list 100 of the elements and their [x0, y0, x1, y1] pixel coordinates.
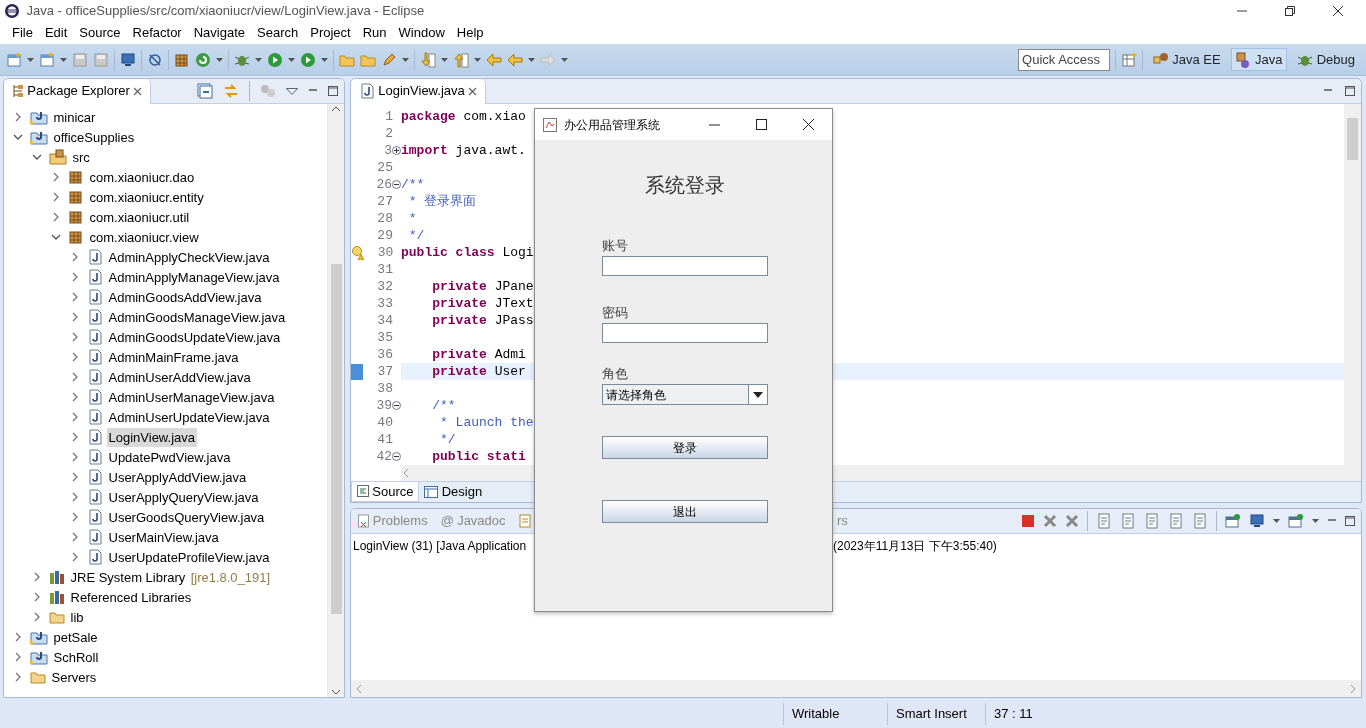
tree-item[interactable]: com.xiaoniucr.entity — [87, 187, 206, 207]
tree-item[interactable]: AdminUserUpdateView.java — [106, 407, 272, 427]
collapse-fold-icon[interactable] — [392, 452, 401, 461]
window-icon[interactable] — [1224, 513, 1241, 529]
monitor-icon[interactable] — [120, 51, 136, 68]
new-file-icon[interactable] — [6, 51, 22, 68]
close-icon[interactable] — [1332, 5, 1344, 17]
expand-chevron-icon[interactable] — [70, 432, 80, 443]
tree-item[interactable]: petSale — [51, 627, 100, 647]
tree-item[interactable]: UserApplyQueryView.java — [106, 487, 261, 507]
expand-chevron-icon[interactable] — [70, 392, 80, 403]
collapse-fold-icon[interactable] — [392, 180, 401, 189]
open-perspective-icon[interactable] — [1121, 51, 1138, 68]
tree-item[interactable]: com.xiaoniucr.util — [87, 207, 192, 227]
tree-item[interactable]: AdminGoodsUpdateView.java — [106, 327, 283, 347]
pencil-icon[interactable] — [381, 51, 397, 68]
run-icon[interactable] — [267, 51, 283, 68]
menu-item[interactable]: Refactor — [126, 23, 188, 43]
tree-item[interactable]: AdminUserManageView.java — [106, 387, 277, 407]
menu-item[interactable]: Navigate — [187, 23, 251, 43]
tree-item[interactable]: UserUpdateProfileView.java — [106, 547, 272, 567]
tree-item[interactable]: AdminMainFrame.java — [106, 347, 241, 367]
caret-icon[interactable] — [528, 57, 535, 62]
expand-chevron-icon[interactable] — [13, 632, 23, 643]
caret-icon[interactable] — [402, 57, 409, 62]
up-arrow-icon[interactable] — [453, 51, 469, 68]
stop-icon[interactable] — [1020, 514, 1035, 528]
account-field[interactable] — [602, 256, 768, 276]
caret-icon[interactable] — [474, 57, 481, 62]
scrollbar-thumb[interactable] — [330, 264, 342, 614]
caret-icon[interactable] — [1272, 519, 1280, 523]
close-icon[interactable] — [803, 119, 814, 130]
tree-item[interactable]: UpdatePwdView.java — [106, 447, 233, 467]
caret-icon[interactable] — [1311, 519, 1319, 523]
tree-item[interactable]: LoginView.java — [106, 427, 197, 447]
tree-item[interactable]: minicar — [51, 107, 98, 127]
tree-item[interactable]: AdminGoodsAddView.java — [106, 287, 264, 307]
expand-chevron-icon[interactable] — [51, 212, 61, 223]
expand-chevron-icon[interactable] — [32, 592, 42, 603]
expand-chevron-icon[interactable] — [70, 512, 80, 523]
maximize-icon[interactable] — [1344, 516, 1355, 526]
expand-chevron-icon[interactable] — [70, 292, 80, 303]
tree-item[interactable]: com.xiaoniucr.dao — [87, 167, 197, 187]
password-field[interactable] — [602, 323, 768, 343]
expand-chevron-icon[interactable] — [13, 112, 23, 123]
refresh-icon[interactable] — [195, 51, 211, 68]
quick-access-field[interactable]: Quick Access — [1018, 48, 1111, 71]
expand-chevron-icon[interactable] — [13, 672, 23, 683]
maximize-icon[interactable] — [756, 119, 767, 130]
run-icon[interactable] — [300, 51, 316, 68]
perspective-button[interactable]: Debug — [1292, 47, 1360, 72]
menu-item[interactable]: Search — [251, 23, 305, 43]
expand-chevron-icon[interactable] — [70, 252, 80, 263]
collapse-fold-icon[interactable] — [392, 401, 401, 410]
expand-chevron-icon[interactable] — [51, 192, 61, 203]
scroll-left-icon[interactable] — [401, 467, 411, 478]
caret-icon[interactable] — [27, 57, 34, 62]
editor-mode-tab[interactable]: Design — [419, 481, 488, 502]
expand-chevron-icon[interactable] — [70, 552, 80, 563]
scroll-down-icon[interactable] — [331, 687, 341, 697]
expand-chevron-icon[interactable] — [70, 412, 80, 423]
restore-icon[interactable] — [1284, 5, 1296, 17]
down-arrow-icon[interactable] — [420, 51, 436, 68]
expand-chevron-icon[interactable] — [70, 472, 80, 483]
expand-chevron-icon[interactable] — [32, 612, 42, 623]
tree-item[interactable]: UserApplyAddView.java — [106, 467, 249, 487]
menu-item[interactable]: Help — [450, 23, 490, 43]
expand-chevron-icon[interactable] — [70, 372, 80, 383]
tree-item[interactable]: lib — [68, 607, 86, 627]
menu-item[interactable]: File — [6, 23, 39, 43]
menu-item[interactable]: Edit — [38, 23, 74, 43]
caret-icon[interactable] — [288, 57, 295, 62]
tree-item[interactable]: JRE System Library — [68, 567, 188, 587]
perspective-button[interactable]: Java — [1230, 47, 1288, 72]
caret-icon[interactable] — [255, 57, 262, 62]
expand-chevron-icon[interactable] — [70, 452, 80, 463]
collapse-icon[interactable] — [196, 83, 213, 99]
back-icon[interactable] — [486, 51, 502, 68]
tree-item[interactable]: UserMainView.java — [106, 527, 221, 547]
scroll-up-icon[interactable] — [331, 104, 341, 114]
expand-chevron-icon[interactable] — [51, 172, 61, 183]
tree-item[interactable]: UserGoodsQueryView.java — [106, 507, 267, 527]
expand-chevron-icon[interactable] — [13, 652, 23, 663]
back-icon[interactable] — [507, 51, 523, 68]
grid-icon[interactable] — [174, 51, 190, 68]
tree-item[interactable]: Servers — [49, 667, 99, 687]
caret-icon[interactable] — [60, 57, 67, 62]
menu-item[interactable]: Run — [356, 23, 393, 43]
expand-fold-icon[interactable] — [392, 146, 401, 155]
view-menu-icon[interactable] — [285, 87, 298, 95]
tree-item[interactable]: AdminApplyManageView.java — [106, 267, 282, 287]
expand-chevron-icon[interactable] — [70, 272, 80, 283]
tree-item[interactable]: AdminGoodsManageView.java — [106, 307, 288, 327]
maximize-icon[interactable] — [327, 86, 338, 96]
menu-item[interactable]: Source — [73, 23, 127, 43]
scrollbar-track[interactable] — [1344, 104, 1361, 465]
tree-item[interactable]: Referenced Libraries — [68, 587, 194, 607]
scrollbar-thumb[interactable] — [1347, 118, 1358, 160]
tree-item[interactable]: com.xiaoniucr.view — [87, 227, 201, 247]
caret-icon[interactable] — [561, 57, 568, 62]
